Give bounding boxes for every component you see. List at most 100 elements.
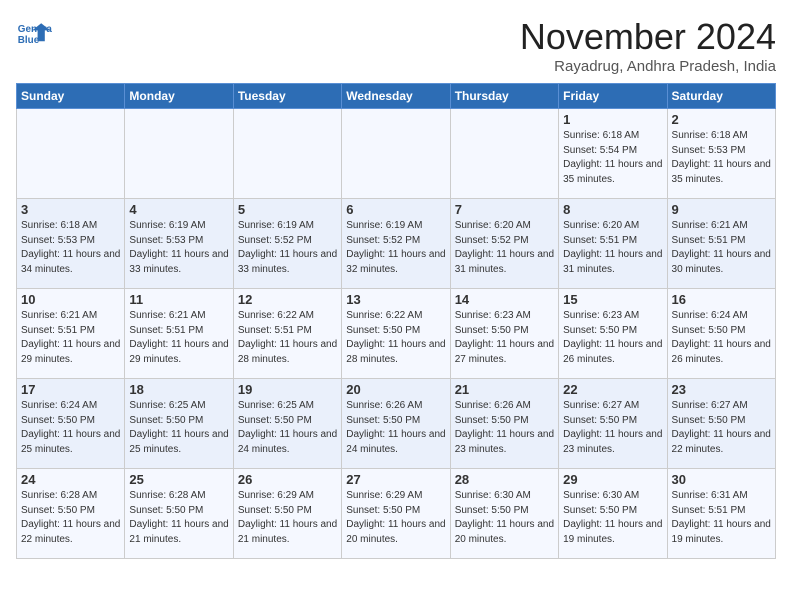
calendar-week-row: 24 Sunrise: 6:28 AM Sunset: 5:50 PM Dayli… xyxy=(17,469,776,559)
calendar-cell: 12Sunrise: 6:22 AM Sunset: 5:51 PM Dayli… xyxy=(233,289,341,379)
day-number: 15 xyxy=(563,292,662,307)
day-info: Sunrise: 6:19 AM Sunset: 5:53 PM Dayligh… xyxy=(129,219,228,277)
day-number: 26 xyxy=(238,472,337,487)
calendar-cell: 25 Sunrise: 6:28 AM Sunset: 5:50 PM Dayli… xyxy=(125,469,233,559)
day-number: 29 xyxy=(563,472,662,487)
calendar-week-row: 1 Sunrise: 6:18 AM Sunset: 5:54 PM Daylig… xyxy=(17,109,776,199)
day-info: Sunrise: 6:31 AM Sunset: 5:51 PM Dayligh… xyxy=(672,489,771,547)
calendar-cell: 4 Sunrise: 6:19 AM Sunset: 5:53 PM Daylig… xyxy=(125,199,233,289)
calendar-cell: 24 Sunrise: 6:28 AM Sunset: 5:50 PM Dayli… xyxy=(17,469,125,559)
calendar-table: SundayMondayTuesdayWednesdayThursdayFrid… xyxy=(16,83,776,559)
day-info: Sunrise: 6:20 AM Sunset: 5:52 PM Dayligh… xyxy=(455,219,554,277)
day-info: Sunrise: 6:21 AM Sunset: 5:51 PM Dayligh… xyxy=(672,219,771,277)
day-number: 11 xyxy=(129,292,228,307)
calendar-cell: 2 Sunrise: 6:18 AM Sunset: 5:53 PM Daylig… xyxy=(667,109,775,199)
day-number: 18 xyxy=(129,382,228,397)
day-info: Sunrise: 6:22 AM Sunset: 5:50 PM Dayligh… xyxy=(346,309,445,367)
calendar-cell xyxy=(450,109,558,199)
calendar-cell: 11 Sunrise: 6:21 AM Sunset: 5:51 PM Dayli… xyxy=(125,289,233,379)
calendar-cell: 6 Sunrise: 6:19 AM Sunset: 5:52 PM Daylig… xyxy=(342,199,450,289)
day-info: Sunrise: 6:18 AM Sunset: 5:53 PM Dayligh… xyxy=(21,219,120,277)
day-number: 10 xyxy=(21,292,120,307)
day-info: Sunrise: 6:25 AM Sunset: 5:50 PM Dayligh… xyxy=(129,399,228,457)
calendar-week-row: 10 Sunrise: 6:21 AM Sunset: 5:51 PM Dayli… xyxy=(17,289,776,379)
day-number: 4 xyxy=(129,202,228,217)
calendar-cell: 17Sunrise: 6:24 AM Sunset: 5:50 PM Dayli… xyxy=(17,379,125,469)
day-info: Sunrise: 6:24 AM Sunset: 5:50 PM Dayligh… xyxy=(672,309,771,367)
calendar-cell xyxy=(342,109,450,199)
day-number: 22 xyxy=(563,382,662,397)
day-info: Sunrise: 6:27 AM Sunset: 5:50 PM Dayligh… xyxy=(672,399,771,457)
calendar-cell: 28 Sunrise: 6:30 AM Sunset: 5:50 PM Dayli… xyxy=(450,469,558,559)
calendar-cell: 19 Sunrise: 6:25 AM Sunset: 5:50 PM Dayli… xyxy=(233,379,341,469)
day-info: Sunrise: 6:26 AM Sunset: 5:50 PM Dayligh… xyxy=(455,399,554,457)
day-number: 21 xyxy=(455,382,554,397)
title-block: November 2024 Rayadrug, Andhra Pradesh, … xyxy=(520,16,776,75)
calendar-week-row: 17Sunrise: 6:24 AM Sunset: 5:50 PM Dayli… xyxy=(17,379,776,469)
day-number: 25 xyxy=(129,472,228,487)
day-number: 24 xyxy=(21,472,120,487)
day-info: Sunrise: 6:25 AM Sunset: 5:50 PM Dayligh… xyxy=(238,399,337,457)
day-info: Sunrise: 6:28 AM Sunset: 5:50 PM Dayligh… xyxy=(129,489,228,547)
month-title: November 2024 xyxy=(520,16,776,58)
day-number: 5 xyxy=(238,202,337,217)
day-number: 27 xyxy=(346,472,445,487)
day-info: Sunrise: 6:21 AM Sunset: 5:51 PM Dayligh… xyxy=(129,309,228,367)
calendar-cell xyxy=(125,109,233,199)
calendar-cell: 5 Sunrise: 6:19 AM Sunset: 5:52 PM Daylig… xyxy=(233,199,341,289)
day-info: Sunrise: 6:19 AM Sunset: 5:52 PM Dayligh… xyxy=(346,219,445,277)
day-info: Sunrise: 6:21 AM Sunset: 5:51 PM Dayligh… xyxy=(21,309,120,367)
calendar-cell: 20 Sunrise: 6:26 AM Sunset: 5:50 PM Dayli… xyxy=(342,379,450,469)
calendar-week-row: 3 Sunrise: 6:18 AM Sunset: 5:53 PM Daylig… xyxy=(17,199,776,289)
day-info: Sunrise: 6:19 AM Sunset: 5:52 PM Dayligh… xyxy=(238,219,337,277)
calendar-cell: 3 Sunrise: 6:18 AM Sunset: 5:53 PM Daylig… xyxy=(17,199,125,289)
day-info: Sunrise: 6:29 AM Sunset: 5:50 PM Dayligh… xyxy=(346,489,445,547)
day-info: Sunrise: 6:18 AM Sunset: 5:53 PM Dayligh… xyxy=(672,129,771,187)
day-number: 2 xyxy=(672,112,771,127)
day-number: 28 xyxy=(455,472,554,487)
weekday-header: Thursday xyxy=(450,84,558,109)
day-number: 3 xyxy=(21,202,120,217)
svg-text:Blue: Blue xyxy=(18,35,40,46)
calendar-cell: 23 Sunrise: 6:27 AM Sunset: 5:50 PM Dayli… xyxy=(667,379,775,469)
day-info: Sunrise: 6:28 AM Sunset: 5:50 PM Dayligh… xyxy=(21,489,120,547)
day-info: Sunrise: 6:30 AM Sunset: 5:50 PM Dayligh… xyxy=(455,489,554,547)
calendar-cell: 8 Sunrise: 6:20 AM Sunset: 5:51 PM Daylig… xyxy=(559,199,667,289)
day-number: 14 xyxy=(455,292,554,307)
day-number: 19 xyxy=(238,382,337,397)
weekday-header: Saturday xyxy=(667,84,775,109)
calendar-cell: 14 Sunrise: 6:23 AM Sunset: 5:50 PM Dayli… xyxy=(450,289,558,379)
weekday-header: Sunday xyxy=(17,84,125,109)
weekday-header: Wednesday xyxy=(342,84,450,109)
calendar-cell: 22 Sunrise: 6:27 AM Sunset: 5:50 PM Dayli… xyxy=(559,379,667,469)
weekday-header: Friday xyxy=(559,84,667,109)
logo: General Blue xyxy=(16,16,52,52)
day-number: 7 xyxy=(455,202,554,217)
day-info: Sunrise: 6:26 AM Sunset: 5:50 PM Dayligh… xyxy=(346,399,445,457)
day-number: 20 xyxy=(346,382,445,397)
logo-icon: General Blue xyxy=(16,16,52,52)
day-number: 1 xyxy=(563,112,662,127)
day-info: Sunrise: 6:27 AM Sunset: 5:50 PM Dayligh… xyxy=(563,399,662,457)
day-info: Sunrise: 6:29 AM Sunset: 5:50 PM Dayligh… xyxy=(238,489,337,547)
location-subtitle: Rayadrug, Andhra Pradesh, India xyxy=(520,58,776,75)
day-info: Sunrise: 6:30 AM Sunset: 5:50 PM Dayligh… xyxy=(563,489,662,547)
day-number: 13 xyxy=(346,292,445,307)
day-number: 9 xyxy=(672,202,771,217)
day-number: 16 xyxy=(672,292,771,307)
day-info: Sunrise: 6:23 AM Sunset: 5:50 PM Dayligh… xyxy=(455,309,554,367)
weekday-header: Monday xyxy=(125,84,233,109)
calendar-cell: 1 Sunrise: 6:18 AM Sunset: 5:54 PM Daylig… xyxy=(559,109,667,199)
day-number: 6 xyxy=(346,202,445,217)
day-info: Sunrise: 6:18 AM Sunset: 5:54 PM Dayligh… xyxy=(563,129,662,187)
page-header: General Blue November 2024 Rayadrug, And… xyxy=(16,16,776,75)
calendar-cell: 21 Sunrise: 6:26 AM Sunset: 5:50 PM Dayli… xyxy=(450,379,558,469)
day-info: Sunrise: 6:22 AM Sunset: 5:51 PM Dayligh… xyxy=(238,309,337,367)
day-number: 8 xyxy=(563,202,662,217)
weekday-header-row: SundayMondayTuesdayWednesdayThursdayFrid… xyxy=(17,84,776,109)
day-info: Sunrise: 6:20 AM Sunset: 5:51 PM Dayligh… xyxy=(563,219,662,277)
calendar-cell: 18 Sunrise: 6:25 AM Sunset: 5:50 PM Dayli… xyxy=(125,379,233,469)
day-number: 23 xyxy=(672,382,771,397)
calendar-cell: 7 Sunrise: 6:20 AM Sunset: 5:52 PM Daylig… xyxy=(450,199,558,289)
weekday-header: Tuesday xyxy=(233,84,341,109)
